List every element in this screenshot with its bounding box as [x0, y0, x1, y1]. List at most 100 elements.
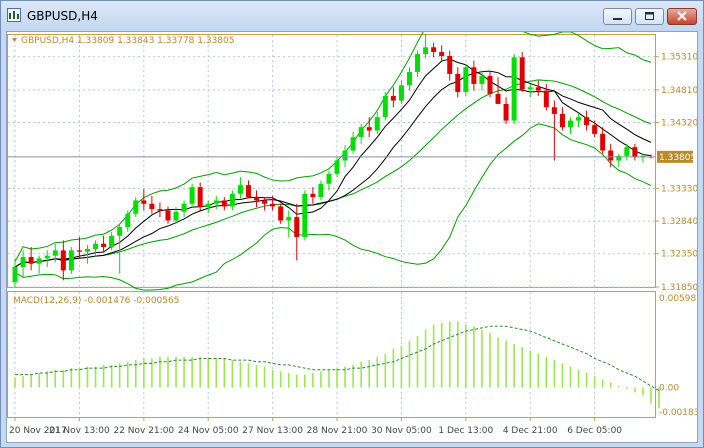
candle-body [487, 75, 493, 94]
time-label: 28 Nov 21:00 [307, 426, 368, 436]
candle-body [213, 200, 219, 204]
bollinger-lower [14, 123, 652, 291]
candle-body [262, 200, 268, 204]
candle-body [28, 257, 34, 264]
main-chart-frame [7, 34, 656, 288]
candle-body [68, 250, 74, 271]
candle-body [447, 55, 453, 74]
time-label: 24 Nov 05:00 [178, 426, 239, 436]
candle-body [149, 203, 155, 210]
window-title: GBPUSD,H4 [27, 9, 98, 23]
candle-body [84, 249, 90, 252]
candle-body [60, 250, 66, 271]
time-label: 22 Nov 21:00 [113, 426, 174, 436]
time-label: 6 Dec 05:00 [567, 426, 622, 436]
current-price-label: 1.33805 [659, 153, 696, 163]
candle-body [576, 117, 582, 121]
chart-canvas[interactable]: 1.35310 1.34810 1.34320 1.33330 1.32840 1.323… [7, 6, 704, 442]
candle-body [302, 193, 308, 238]
candle-body [318, 183, 324, 198]
time-label: 4 Dec 21:00 [503, 426, 558, 436]
time-label: 1 Dec 13:00 [438, 426, 493, 436]
candle-body [398, 85, 404, 101]
candle-body [286, 217, 292, 221]
candle-body [245, 185, 251, 198]
candle-body [133, 200, 139, 214]
time-label: 27 Nov 13:00 [242, 426, 303, 436]
candle-body [350, 137, 356, 151]
candle-body [527, 87, 533, 90]
candle-body [181, 203, 187, 212]
candle-body [254, 197, 260, 201]
candle-body [624, 147, 630, 156]
candle-body [237, 185, 243, 194]
candle-body [93, 243, 99, 250]
macd-max-label: 0.005987 [659, 294, 697, 304]
candle-body [543, 90, 549, 108]
candle-body [173, 211, 179, 221]
chart-window-icon [7, 8, 21, 22]
candle-body [495, 93, 501, 104]
maximize-button[interactable] [635, 8, 664, 25]
candle-body [229, 193, 235, 207]
candle-body [471, 67, 477, 84]
minimize-button[interactable] [603, 8, 632, 25]
candle-body [479, 75, 485, 84]
candle-body [455, 73, 461, 92]
candle-body [535, 87, 541, 91]
maximize-icon [645, 12, 654, 20]
price-label: 1.32840 [661, 217, 697, 227]
candle-body [278, 206, 284, 221]
candle-body [559, 113, 565, 128]
candle-body [431, 47, 437, 52]
close-button[interactable] [667, 8, 697, 25]
candle-body [117, 227, 123, 236]
close-icon [677, 11, 687, 21]
candle-body [584, 117, 590, 126]
candle-body [551, 107, 557, 114]
chart-window: GBPUSD,H4 1.35310 1.34810 1.34320 1.33330 1.… [0, 0, 704, 448]
title-bar[interactable]: GBPUSD,H4 [1, 1, 703, 31]
candle-body [101, 243, 107, 248]
candle-body [374, 117, 380, 131]
candle-body [157, 209, 163, 211]
candle-body [567, 120, 573, 128]
candle-body [36, 258, 42, 264]
candle-body [366, 127, 372, 131]
macd-zero-label: 0.00 [659, 383, 679, 393]
candle-body [205, 203, 211, 208]
candle-body [20, 257, 26, 268]
candle-body [519, 57, 525, 90]
candle-body [270, 203, 276, 207]
price-label: 1.34320 [661, 119, 697, 129]
candle-body [463, 67, 469, 92]
candle-body [189, 187, 195, 204]
price-label: 1.34810 [661, 86, 697, 96]
candle-body [600, 133, 606, 151]
candle-body [44, 255, 50, 259]
minimize-icon [613, 18, 622, 20]
macd-min-label: -0.001831 [659, 408, 697, 418]
macd-info: MACD(12,26,9) -0.001476 -0.000565 [13, 296, 179, 306]
candle-body [76, 250, 82, 252]
time-label: 21 Nov 13:00 [49, 426, 110, 436]
candle-body [334, 160, 340, 174]
candle-body [326, 173, 332, 184]
candle-body [382, 95, 388, 118]
main-chart-info: GBPUSD,H4 1.33809 1.33843 1.33778 1.3380… [21, 36, 234, 46]
candle-body [197, 187, 203, 208]
time-label: 30 Nov 05:00 [371, 426, 432, 436]
chart-area[interactable]: 1.35310 1.34810 1.34320 1.33330 1.32840 1.323… [6, 6, 704, 443]
price-label: 1.32350 [661, 250, 697, 260]
price-label: 1.31850 [661, 283, 697, 293]
candle-body [358, 127, 364, 138]
candle-body [511, 57, 517, 121]
candle-body [390, 95, 396, 101]
candle-body [12, 267, 18, 283]
candle-body [52, 250, 58, 256]
candle-body [439, 51, 445, 56]
candle-body [415, 53, 421, 72]
candle-body [608, 150, 614, 161]
candle-body [221, 200, 227, 207]
candle-body [310, 193, 316, 198]
